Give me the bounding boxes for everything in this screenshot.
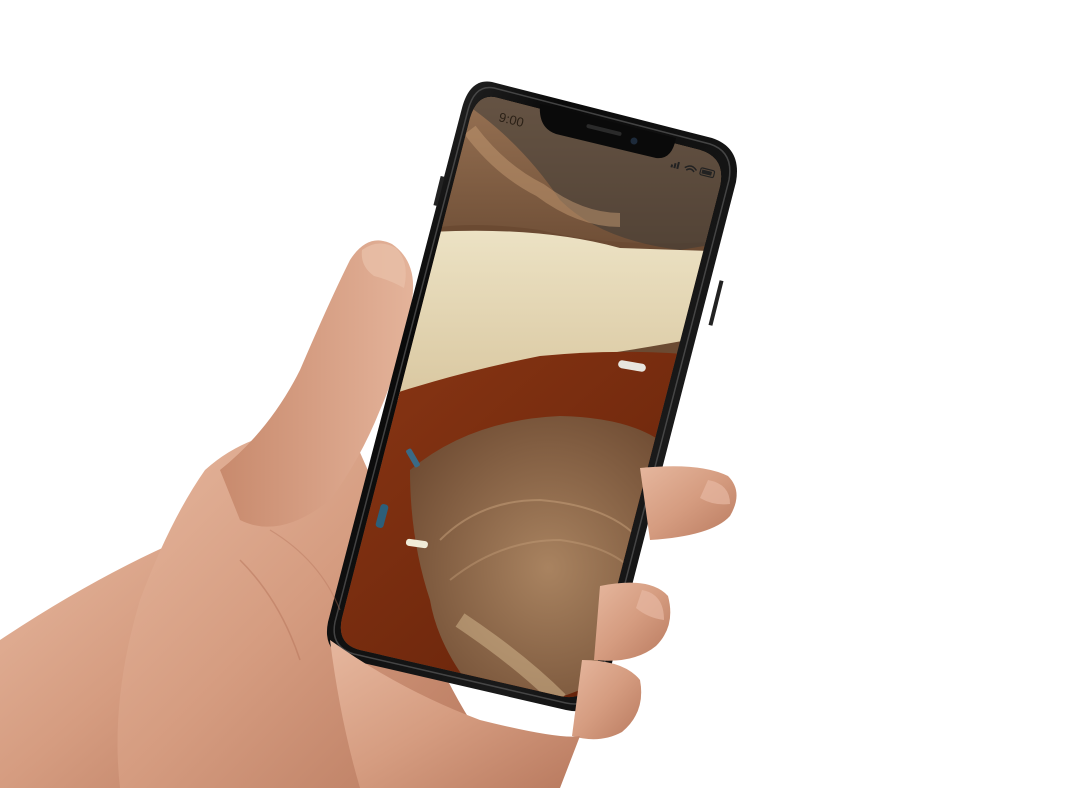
photo-scene: 9:00 <box>0 0 1080 788</box>
scene-svg: 9:00 <box>0 81 737 788</box>
middle-finger <box>594 582 671 661</box>
ring-finger <box>572 660 642 740</box>
side-button <box>708 280 724 326</box>
front-camera <box>630 137 638 145</box>
